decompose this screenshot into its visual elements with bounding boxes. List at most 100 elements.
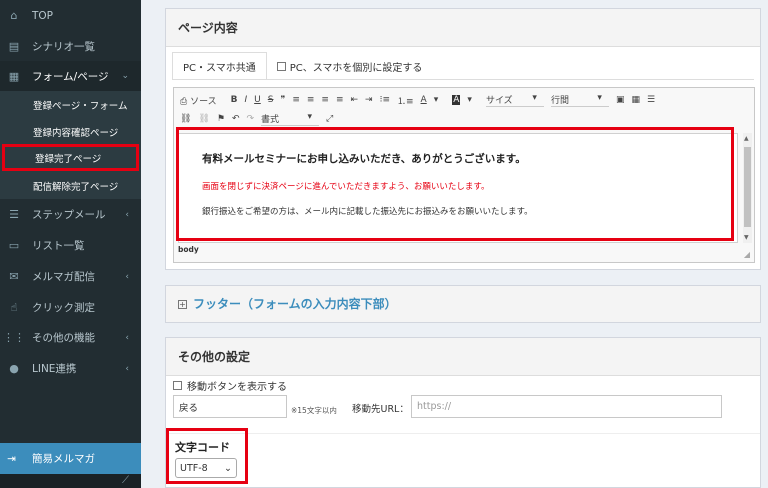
table-button[interactable]: ▦ <box>631 95 640 105</box>
font-color-button[interactable]: A ▾ <box>421 95 446 105</box>
sidebar-item-other-features[interactable]: ⋮⋮ その他の機能 ‹ <box>0 322 141 353</box>
submenu-item-registration-form[interactable]: 登録ページ・フォーム <box>0 91 141 118</box>
submenu-item-complete-page[interactable]: 登録完了ページ <box>2 144 139 171</box>
button-text-input[interactable]: 戻る <box>173 395 287 418</box>
unlink-icon[interactable]: ⛓ <box>198 114 209 124</box>
align-center-button[interactable]: ≡ <box>307 95 315 105</box>
sidebar-item-label: LINE連携 <box>32 363 77 375</box>
footer-section-header[interactable]: + フッター（フォームの入力内容下部） <box>166 286 760 321</box>
align-left-button[interactable]: ≡ <box>292 95 300 105</box>
blockquote-button[interactable]: ❞ <box>280 95 285 105</box>
sidebar-item-label: ステップメール <box>32 209 106 221</box>
sidebar-item-simple-mailmag[interactable]: ⇥ 簡易メルマガ <box>0 443 141 474</box>
char-code-group: 文字コード UTF-8 ⌄ <box>166 428 248 484</box>
sidebar-item-label: リスト一覧 <box>32 240 85 252</box>
line-height-select[interactable]: 行間 ▾ <box>550 93 609 107</box>
link-icon[interactable]: ⛓ <box>180 114 191 124</box>
chevron-left-icon: ‹ <box>125 332 129 343</box>
url-label: 移動先URL： <box>352 404 409 415</box>
font-size-select[interactable]: サイズ ▾ <box>485 93 544 107</box>
sidebar-item-step-mail[interactable]: ☰ ステップメール ‹ <box>0 199 141 230</box>
form-page-submenu: 登録ページ・フォーム 登録内容確認ページ 登録完了ページ 配信解除完了ページ <box>0 91 141 199</box>
bg-color-button[interactable]: A ▾ <box>452 95 479 105</box>
anchor-flag-icon[interactable]: ⚑ <box>217 114 225 124</box>
footer-section-title: フッター（フォームの入力内容下部） <box>193 297 397 311</box>
submenu-item-confirm-page[interactable]: 登録内容確認ページ <box>0 118 141 145</box>
outdent-button[interactable]: ⇤ <box>351 95 359 105</box>
main-content: ページ内容 PC・スマホ共通 PC、スマホを個別に設定する ⎙ ソース B I … <box>141 0 768 488</box>
font-size-label: サイズ <box>485 96 513 106</box>
sidebar-item-scenario-list[interactable]: ▤ シナリオ一覧 <box>0 31 141 62</box>
tab-divider <box>172 79 754 80</box>
horizontal-rule-button[interactable]: ☰ <box>647 95 655 105</box>
align-justify-button[interactable]: ≡ <box>336 95 344 105</box>
resize-handle-icon[interactable]: ◢ <box>744 250 750 259</box>
caret-icon: ▾ <box>307 112 313 122</box>
submenu-item-label: 登録完了ページ <box>35 153 102 165</box>
expand-plus-icon[interactable]: + <box>178 300 187 309</box>
scroll-down-icon[interactable]: ▼ <box>744 234 749 241</box>
sidebar-item-top[interactable]: ⌂ TOP <box>0 0 141 31</box>
editor-toolbar-row-1: ⎙ ソース B I U S ❞ ≡ ≡ ≡ ≡ ⇤ ⇥ ⁝≡ ⒈≡ A ▾ A ▾ … <box>180 91 662 109</box>
document-icon: ▭ <box>8 239 20 252</box>
caret-icon: ▾ <box>467 95 472 105</box>
char-limit-note: ※15文字以内 <box>291 406 337 415</box>
redo-icon[interactable]: ↷ <box>247 114 255 124</box>
undo-icon[interactable]: ↶ <box>232 114 240 124</box>
caret-icon: ▾ <box>532 93 537 103</box>
chevron-left-icon: ‹ <box>125 271 129 282</box>
scroll-thumb[interactable] <box>744 147 751 227</box>
sidebar: ⌂ TOP ▤ シナリオ一覧 ▦ フォーム/ページ ⌄ 登録ページ・フォーム 登… <box>0 0 141 488</box>
chevron-down-icon: ⌄ <box>224 462 232 474</box>
font-color-glyph: A <box>420 95 427 105</box>
chat-icon: ● <box>9 362 19 375</box>
chevron-down-icon: ⌄ <box>121 71 129 81</box>
separate-settings-checkbox[interactable] <box>276 61 286 71</box>
italic-button[interactable]: I <box>245 95 248 105</box>
sidebar-item-mailmag[interactable]: ✉ メルマガ配信 ‹ <box>0 261 141 292</box>
sidebar-item-form-page[interactable]: ▦ フォーム/ページ ⌄ <box>0 61 141 91</box>
move-button-toggle[interactable]: 移動ボタンを表示する <box>173 378 287 393</box>
maximize-icon[interactable]: ⤢ <box>326 114 333 124</box>
move-button-label: 移動ボタンを表示する <box>187 382 287 393</box>
sign-in-icon: ⇥ <box>7 452 16 465</box>
char-code-value: UTF-8 <box>180 462 208 474</box>
bg-color-glyph: A <box>452 95 461 105</box>
tab-label: PC、スマホを個別に設定する <box>289 62 423 74</box>
underline-button[interactable]: U <box>254 95 261 105</box>
tab-separate-settings[interactable]: PC、スマホを個別に設定する <box>267 52 433 80</box>
url-input[interactable]: https:// <box>411 395 722 418</box>
align-right-button[interactable]: ≡ <box>321 95 329 105</box>
format-select[interactable]: 書式 ▾ <box>261 112 320 126</box>
sidebar-item-list[interactable]: ▭ リスト一覧 <box>0 230 141 261</box>
indent-button[interactable]: ⇥ <box>365 95 373 105</box>
numbered-list-button[interactable]: ⒈≡ <box>397 94 414 107</box>
page-content-title: ページ内容 <box>166 9 760 47</box>
sidebar-item-label: フォーム/ページ <box>32 70 109 83</box>
tab-pc-smartphone-common[interactable]: PC・スマホ共通 <box>172 52 267 80</box>
char-code-select[interactable]: UTF-8 ⌄ <box>175 458 237 478</box>
editor-toolbar-row-2: ⛓ ⛓ ⚑ ↶ ↷ 書式 ▾ ⤢ <box>180 110 340 128</box>
bulleted-list-button[interactable]: ⁝≡ <box>380 95 390 105</box>
content-highlight-box <box>176 127 734 241</box>
editor-scrollbar[interactable]: ▲ ▼ <box>743 133 752 243</box>
move-button-checkbox[interactable] <box>173 381 182 390</box>
bold-button[interactable]: B <box>231 95 238 105</box>
sidebar-item-click-tracking[interactable]: ☝ クリック測定 <box>0 292 141 323</box>
pointer-icon: ☝ <box>10 301 18 314</box>
scroll-up-icon[interactable]: ▲ <box>744 135 749 142</box>
strike-button[interactable]: S <box>268 95 274 105</box>
url-placeholder: https:// <box>417 401 452 412</box>
sidebar-item-label: TOP <box>32 9 54 22</box>
submenu-item-label: 配信解除完了ページ <box>33 181 119 193</box>
sidebar-item-line[interactable]: ● LINE連携 ‹ <box>0 353 141 384</box>
submenu-item-label: 登録ページ・フォーム <box>33 100 128 112</box>
source-button[interactable]: ⎙ ソース <box>180 94 224 107</box>
char-code-label: 文字コード <box>175 441 230 454</box>
caret-icon: ▾ <box>597 93 602 103</box>
steps-icon: ☰ <box>9 208 19 221</box>
image-button[interactable]: ▣ <box>616 95 625 105</box>
sidebar-toggle[interactable]: ⟋ <box>0 474 141 488</box>
footer-section-panel[interactable]: + フッター（フォームの入力内容下部） <box>165 285 761 323</box>
submenu-item-unsubscribe-complete-page[interactable]: 配信解除完了ページ <box>0 172 141 199</box>
